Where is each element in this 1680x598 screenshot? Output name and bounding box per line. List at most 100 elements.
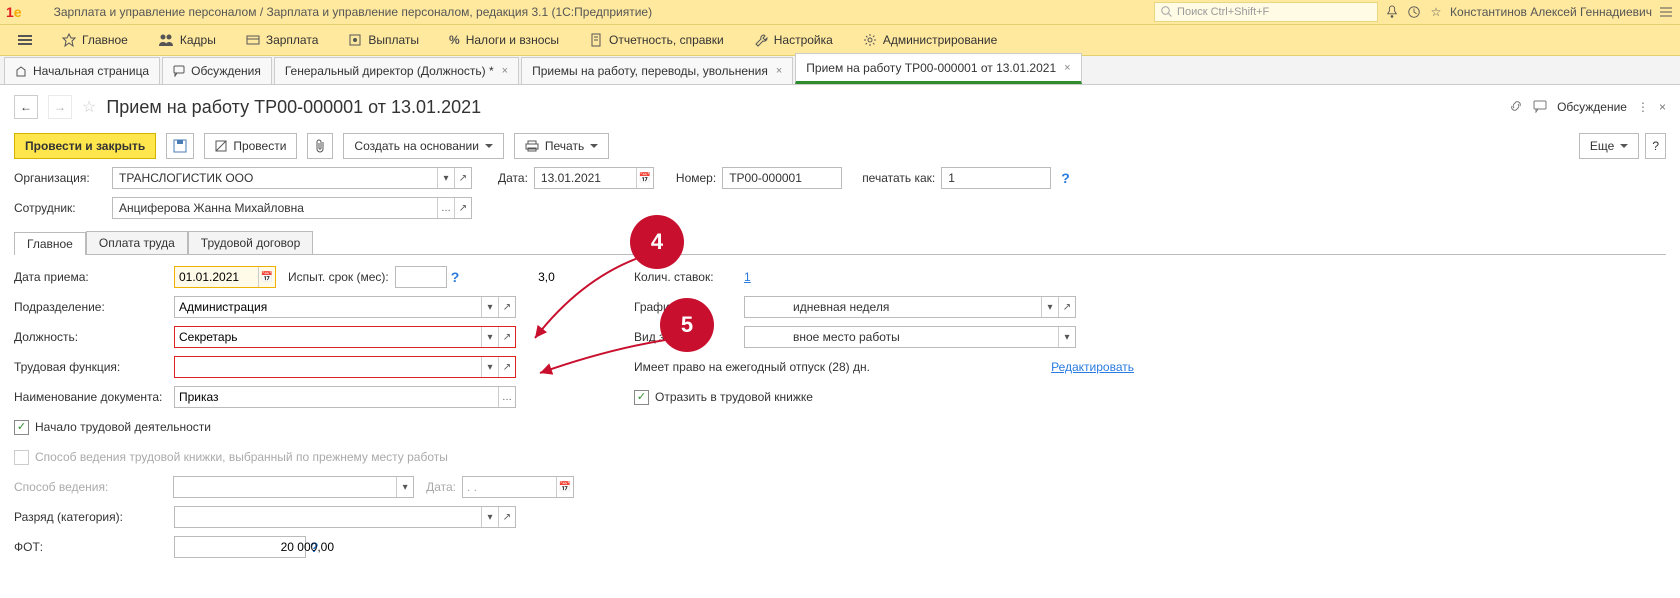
tab-gendir[interactable]: Генеральный директор (Должность) *× <box>274 57 519 84</box>
close-icon[interactable]: × <box>502 65 508 77</box>
edit-link[interactable]: Редактировать <box>1051 360 1134 374</box>
star-icon[interactable]: ☆ <box>1428 4 1444 20</box>
employee-input[interactable]: …↗ <box>112 197 472 219</box>
menu-admin[interactable]: Администрирование <box>849 25 1011 55</box>
dept-input[interactable]: ▾↗ <box>174 296 516 318</box>
tab-home[interactable]: Начальная страница <box>4 57 160 84</box>
clip-icon <box>314 139 326 153</box>
fot-input[interactable] <box>174 536 306 558</box>
menu-reports[interactable]: Отчетность, справки <box>575 25 738 55</box>
close-page-icon[interactable]: × <box>1659 100 1666 114</box>
people-icon <box>158 33 174 47</box>
open-icon[interactable]: ↗ <box>498 327 515 347</box>
menu-burger[interactable] <box>4 25 46 55</box>
close-icon[interactable]: × <box>1064 62 1070 74</box>
innertab-contract[interactable]: Трудовой договор <box>188 231 313 254</box>
menu-staff[interactable]: Кадры <box>144 25 230 55</box>
docname-input[interactable]: … <box>174 386 516 408</box>
book-method-prev-checkbox: Способ ведения трудовой книжки, выбранны… <box>14 445 574 469</box>
inner-tabs: Главное Оплата труда Трудовой договор <box>14 231 1666 255</box>
dots-icon[interactable]: … <box>498 387 515 407</box>
user-name[interactable]: Константинов Алексей Геннадиевич <box>1450 5 1652 19</box>
open-icon[interactable]: ↗ <box>454 198 471 218</box>
dropdown-icon[interactable]: ▾ <box>1058 327 1075 347</box>
menu-main[interactable]: Главное <box>48 25 142 55</box>
date-input[interactable]: 📅 <box>534 167 654 189</box>
form-row-employee: Сотрудник: …↗ <box>0 193 1680 223</box>
more-button[interactable]: Еще <box>1579 133 1639 159</box>
arrow-5 <box>525 335 675 385</box>
dropdown-icon[interactable]: ▾ <box>481 327 498 347</box>
back-button[interactable]: ← <box>14 95 38 119</box>
dropdown-icon[interactable]: ▾ <box>481 507 498 527</box>
stake-link[interactable]: 1 <box>744 270 751 284</box>
commit-close-button[interactable]: Провести и закрыть <box>14 133 156 159</box>
org-input[interactable]: ▾↗ <box>112 167 472 189</box>
grade-input[interactable]: ▾↗ <box>174 506 516 528</box>
bell-icon[interactable] <box>1384 4 1400 20</box>
grade-label: Разряд (категория): <box>14 510 174 524</box>
forward-button[interactable]: → <box>48 95 72 119</box>
innertab-pay[interactable]: Оплата труда <box>86 231 188 254</box>
help-button[interactable]: ? <box>1645 133 1666 159</box>
dropdown-icon[interactable]: ▾ <box>481 357 498 377</box>
position-input[interactable]: ▾↗ <box>174 326 516 348</box>
menu-taxes[interactable]: %Налоги и взносы <box>435 25 573 55</box>
dropdown-icon[interactable]: ▾ <box>481 297 498 317</box>
menu-salary[interactable]: Зарплата <box>232 25 333 55</box>
save-button[interactable] <box>166 133 194 159</box>
dept-label: Подразделение: <box>14 300 174 314</box>
calendar-icon[interactable]: 📅 <box>636 168 653 188</box>
innertab-main[interactable]: Главное <box>14 232 86 255</box>
position-label: Должность: <box>14 330 174 344</box>
function-input[interactable]: ▾↗ <box>174 356 516 378</box>
open-icon[interactable]: ↗ <box>454 168 471 188</box>
main-menu: Главное Кадры Зарплата Выплаты %Налоги и… <box>0 25 1680 56</box>
tab-discuss[interactable]: Обсуждения <box>162 57 272 84</box>
print-as-input[interactable] <box>941 167 1051 189</box>
print-button[interactable]: Печать <box>514 133 609 159</box>
org-label: Организация: <box>14 171 106 185</box>
trial-input[interactable] <box>395 266 447 288</box>
open-icon[interactable]: ↗ <box>498 507 515 527</box>
menu-payouts[interactable]: Выплаты <box>334 25 433 55</box>
date-label: Дата: <box>498 171 528 185</box>
workbook-checkbox[interactable]: ✓Отразить в трудовой книжке <box>634 385 1134 409</box>
hamburger-icon[interactable] <box>28 4 44 20</box>
dropdown-icon: ▾ <box>396 477 413 497</box>
discuss-label[interactable]: Обсуждение <box>1557 100 1627 114</box>
menu-settings[interactable]: Настройка <box>740 25 847 55</box>
date-hire-label: Дата приема: <box>14 270 174 284</box>
docname-label: Наименование документа: <box>14 390 174 404</box>
print-icon <box>525 140 539 152</box>
create-based-button[interactable]: Создать на основании <box>343 133 504 159</box>
commit-button[interactable]: Провести <box>204 133 297 159</box>
open-icon[interactable]: ↗ <box>1058 297 1075 317</box>
function-label: Трудовая функция: <box>14 360 174 374</box>
dropdown-icon[interactable]: ▾ <box>437 168 454 188</box>
date-hire-input[interactable]: 📅 <box>174 266 276 288</box>
start-activity-checkbox[interactable]: ✓Начало трудовой деятельности <box>14 415 574 439</box>
calendar-icon[interactable]: 📅 <box>258 267 275 287</box>
schedule-input[interactable]: идневная неделя ▾↗ <box>744 296 1076 318</box>
page-title: Прием на работу ТР00-000001 от 13.01.202… <box>106 97 481 118</box>
tab-doc[interactable]: Прием на работу ТР00-000001 от 13.01.202… <box>795 53 1081 84</box>
link-icon[interactable] <box>1509 99 1523 116</box>
open-icon[interactable]: ↗ <box>498 297 515 317</box>
attach-button[interactable] <box>307 133 333 159</box>
kebab-icon[interactable]: ⋮ <box>1637 100 1649 114</box>
emp-type-input[interactable]: вное место работы ▾ <box>744 326 1076 348</box>
method-date-label: Дата: <box>426 480 456 494</box>
dots-icon[interactable]: … <box>437 198 454 218</box>
history-icon[interactable] <box>1406 4 1422 20</box>
favorite-star-icon[interactable]: ☆ <box>82 97 96 117</box>
search-input[interactable]: Поиск Ctrl+Shift+F <box>1154 2 1378 22</box>
close-icon[interactable]: × <box>776 65 782 77</box>
discuss-icon[interactable] <box>1533 99 1547 116</box>
gear-icon <box>863 33 877 47</box>
open-icon[interactable]: ↗ <box>498 357 515 377</box>
tab-hiring[interactable]: Приемы на работу, переводы, увольнения× <box>521 57 793 84</box>
dropdown-icon[interactable]: ▾ <box>1041 297 1058 317</box>
menu-bars-icon[interactable] <box>1658 4 1674 20</box>
number-input[interactable] <box>722 167 842 189</box>
